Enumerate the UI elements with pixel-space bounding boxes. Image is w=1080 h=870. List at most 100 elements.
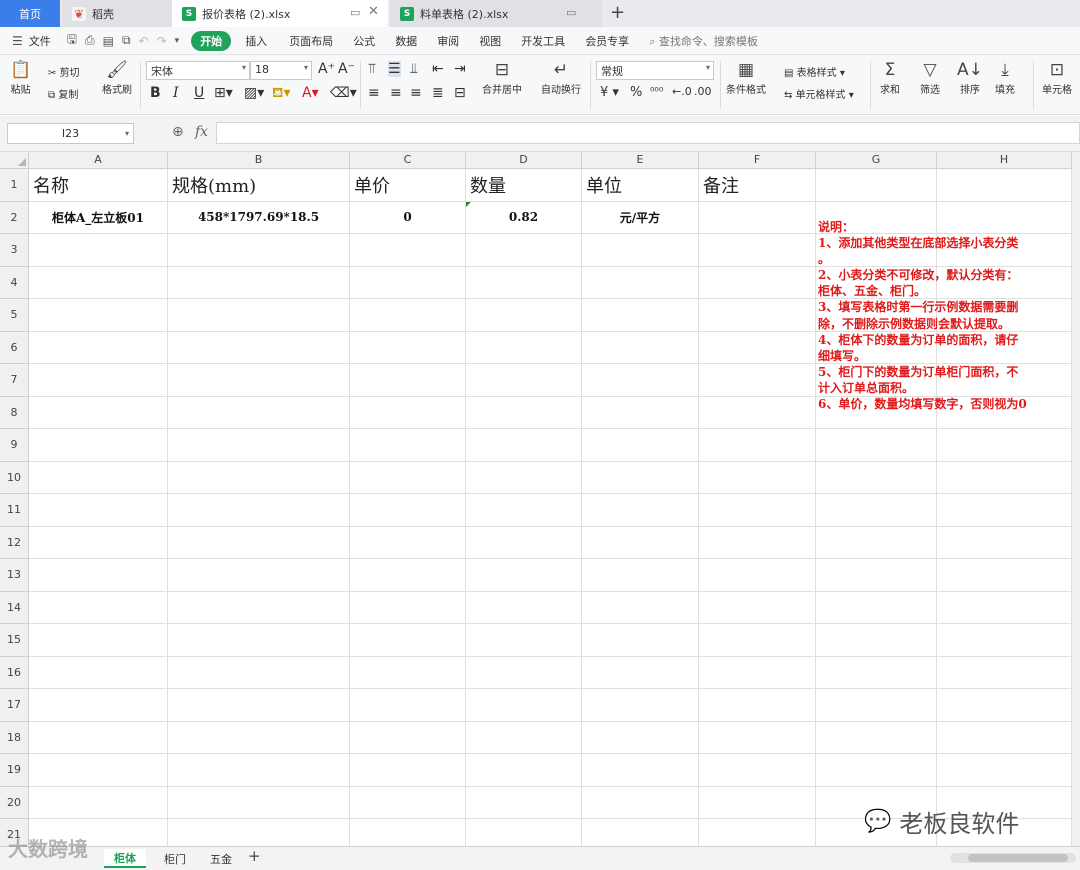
conditional-format-button[interactable]: ▦ 条件格式 [726,59,766,96]
cell-a15[interactable] [29,624,168,657]
cell-d1[interactable]: 数量 [466,169,582,202]
cell-b17[interactable] [168,689,350,722]
cell-b18[interactable] [168,721,350,754]
cell-f1[interactable]: 备注 [699,169,816,202]
cell-a5[interactable] [29,299,168,332]
column-header-f[interactable]: F [699,152,816,169]
menu-insert[interactable]: 插入 [237,33,275,49]
save-icon[interactable]: 🖫 [63,30,81,51]
cell-a18[interactable] [29,721,168,754]
row-header-20[interactable]: 20 [0,786,29,819]
cell-b16[interactable] [168,656,350,689]
cell-c5[interactable] [350,299,466,332]
row-header-14[interactable]: 14 [0,591,29,624]
select-all-corner[interactable] [0,152,29,169]
cell-d16[interactable] [466,656,582,689]
indent-decrease-icon[interactable]: ⇤ [432,61,444,77]
command-search[interactable]: ⌕ 查找命令、搜索模板 [649,33,758,49]
cell-c2[interactable]: 0 [350,201,466,234]
cell-h10[interactable] [937,461,1072,494]
cell-f8[interactable] [699,396,816,429]
cell-c16[interactable] [350,656,466,689]
cell-b9[interactable] [168,429,350,462]
underline-button[interactable]: U [194,85,204,101]
cell-c15[interactable] [350,624,466,657]
tab-bom-file[interactable]: S 料单表格 (2).xlsx ▭ [390,0,602,27]
column-header-g[interactable]: G [816,152,937,169]
cell-f20[interactable] [699,786,816,819]
cell-g13[interactable] [816,559,937,592]
row-header-9[interactable]: 9 [0,429,29,462]
cell-a6[interactable] [29,331,168,364]
cell-h18[interactable] [937,721,1072,754]
cell-d15[interactable] [466,624,582,657]
cell-g15[interactable] [816,624,937,657]
cell-c10[interactable] [350,461,466,494]
cell-b13[interactable] [168,559,350,592]
menu-formula[interactable]: 公式 [345,33,383,49]
cell-f5[interactable] [699,299,816,332]
cell-g17[interactable] [816,689,937,722]
justify-icon[interactable]: ≣ [432,85,444,101]
row-header-18[interactable]: 18 [0,721,29,754]
cell-e11[interactable] [582,494,699,527]
cell-c4[interactable] [350,266,466,299]
italic-button[interactable]: I [173,85,179,101]
font-grow-icon[interactable]: A⁺ [318,61,335,77]
cell-f17[interactable] [699,689,816,722]
distribute-icon[interactable]: ⊟ [454,85,466,101]
cell-h19[interactable] [937,754,1072,787]
cell-b8[interactable] [168,396,350,429]
pin-icon[interactable]: ▭ [350,6,360,19]
cell-e4[interactable] [582,266,699,299]
cell-g19[interactable] [816,754,937,787]
cell-c20[interactable] [350,786,466,819]
cell-e10[interactable] [582,461,699,494]
scroll-thumb[interactable] [968,854,1068,862]
pin-icon[interactable]: ▭ [566,6,576,19]
thousands-icon[interactable]: ⁰⁰⁰ [650,85,663,98]
cell-h17[interactable] [937,689,1072,722]
row-header-19[interactable]: 19 [0,754,29,787]
cell-d7[interactable] [466,364,582,397]
cell-h15[interactable] [937,624,1072,657]
cell-button[interactable]: ⊡ 单元格 [1042,59,1072,96]
column-header-c[interactable]: C [350,152,466,169]
align-bottom-icon[interactable]: ⫫ [410,61,418,77]
chevron-down-icon[interactable]: ▾ [171,36,184,46]
cell-e9[interactable] [582,429,699,462]
cell-g18[interactable] [816,721,937,754]
cell-e14[interactable] [582,591,699,624]
cell-b5[interactable] [168,299,350,332]
cell-a3[interactable] [29,234,168,267]
cell-style-button[interactable]: ⇆ 单元格样式 ▾ [784,86,854,101]
cell-d12[interactable] [466,526,582,559]
row-header-16[interactable]: 16 [0,656,29,689]
sheet-tab-door[interactable]: 柜门 [154,849,196,868]
wrap-text-button[interactable]: ↵ 自动换行 [541,59,581,96]
paste-button[interactable]: 📋 粘贴 [10,59,31,96]
cell-e15[interactable] [582,624,699,657]
print-icon[interactable]: ▤ [99,34,118,48]
cell-f6[interactable] [699,331,816,364]
cell-h13[interactable] [937,559,1072,592]
cell-b1[interactable]: 规格(mm) [168,169,350,202]
horizontal-scrollbar[interactable] [950,853,1076,863]
column-header-e[interactable]: E [582,152,699,169]
cell-d6[interactable] [466,331,582,364]
row-header-7[interactable]: 7 [0,364,29,397]
cell-e1[interactable]: 单位 [582,169,699,202]
cell-f15[interactable] [699,624,816,657]
cell-c8[interactable] [350,396,466,429]
row-header-1[interactable]: 1 [0,169,29,202]
cell-f13[interactable] [699,559,816,592]
cell-a12[interactable] [29,526,168,559]
cell-b6[interactable] [168,331,350,364]
cell-b2[interactable]: 458*1797.69*18.5 [168,201,350,234]
row-header-15[interactable]: 15 [0,624,29,657]
row-header-6[interactable]: 6 [0,331,29,364]
column-header-a[interactable]: A [29,152,168,169]
cell-g12[interactable] [816,526,937,559]
cell-e18[interactable] [582,721,699,754]
cell-e19[interactable] [582,754,699,787]
